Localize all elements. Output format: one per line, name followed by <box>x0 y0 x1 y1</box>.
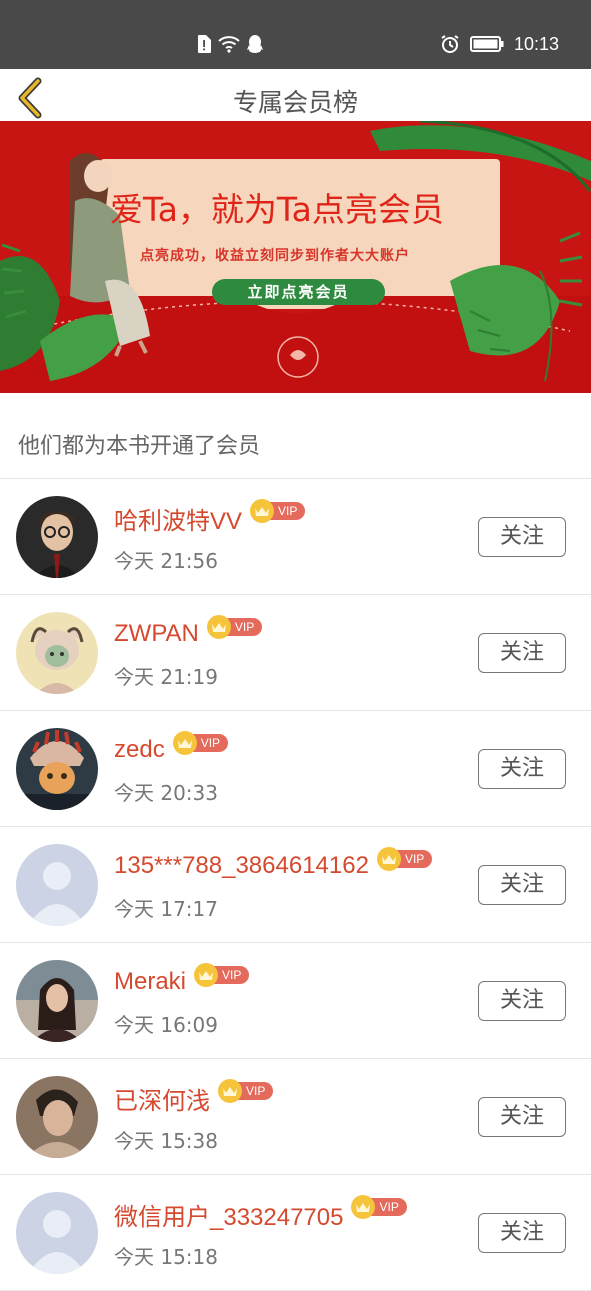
status-bar: 10:13 <box>0 0 591 69</box>
crown-icon <box>218 1079 242 1103</box>
alarm-icon <box>440 34 460 54</box>
status-icons-right: 10:13 <box>440 30 559 58</box>
member-name-line: 135***788_3864614162 VIP <box>114 847 433 883</box>
wifi-icon <box>218 35 240 53</box>
member-name[interactable]: 135***788_3864614162 <box>114 852 369 880</box>
vip-badge: VIP <box>172 731 229 755</box>
follow-button[interactable]: 关注 <box>478 865 566 905</box>
banner-subtitle: 点亮成功，收益立刻同步到作者大大账户 <box>140 248 410 264</box>
follow-button[interactable]: 关注 <box>478 1097 566 1137</box>
avatar[interactable] <box>16 1192 98 1274</box>
member-name-line: ZWPAN VIP <box>114 615 263 651</box>
member-name-line: 已深何浅 VIP <box>114 1079 274 1116</box>
default-avatar-icon <box>16 1192 98 1274</box>
member-name-line: zedc VIP <box>114 731 229 767</box>
member-time: 今天 17:17 <box>114 897 218 921</box>
member-time: 今天 21:56 <box>114 549 218 573</box>
member-name-line: 哈利波特VV VIP <box>114 499 306 536</box>
follow-button[interactable]: 关注 <box>478 517 566 557</box>
member-name[interactable]: 哈利波特VV <box>114 501 242 536</box>
member-row[interactable]: 微信用户_333247705 VIP 今天 15:18 关注 <box>0 1175 591 1291</box>
avatar[interactable] <box>16 1076 98 1158</box>
member-time: 今天 15:18 <box>114 1245 218 1269</box>
member-name[interactable]: zedc <box>114 736 165 764</box>
crown-icon <box>194 963 219 987</box>
member-name-line: 微信用户_333247705 VIP <box>114 1195 407 1232</box>
default-avatar-icon <box>16 844 98 926</box>
vip-badge: VIP <box>194 963 250 987</box>
status-icons-left <box>196 30 264 58</box>
sim-alert-icon <box>196 34 212 54</box>
avatar[interactable] <box>16 612 98 694</box>
follow-button[interactable]: 关注 <box>478 633 566 673</box>
avatar[interactable] <box>16 844 98 926</box>
vip-badge: VIP <box>206 615 263 639</box>
header: 专属会员榜 <box>0 69 591 121</box>
crown-icon <box>376 847 401 871</box>
membership-banner[interactable]: 爱Ta，就为Ta点亮会员 点亮成功，收益立刻同步到作者大大账户 立即点亮会员 <box>0 121 591 393</box>
section-heading: 他们都为本书开通了会员 <box>18 434 261 459</box>
vip-badge: VIP <box>250 499 306 523</box>
member-name[interactable]: 微信用户_333247705 <box>114 1197 343 1232</box>
status-time: 10:13 <box>513 33 559 54</box>
member-time: 今天 20:33 <box>114 781 218 805</box>
crown-icon <box>206 615 231 639</box>
qq-icon <box>246 34 264 54</box>
vip-badge: VIP <box>376 847 433 871</box>
banner-title: 爱Ta，就为Ta点亮会员 <box>110 190 444 229</box>
light-up-membership-button[interactable]: 立即点亮会员 <box>212 279 385 305</box>
member-time: 今天 15:38 <box>114 1129 218 1153</box>
avatar[interactable] <box>16 960 98 1042</box>
follow-button[interactable]: 关注 <box>478 1213 566 1253</box>
member-time: 今天 16:09 <box>114 1013 218 1037</box>
crown-icon <box>250 499 275 523</box>
member-name-line: Meraki VIP <box>114 963 250 999</box>
member-name[interactable]: 已深何浅 <box>114 1081 210 1116</box>
follow-button[interactable]: 关注 <box>478 749 566 789</box>
member-row[interactable]: 哈利波特VV VIP 今天 21:56 关注 <box>0 479 591 595</box>
avatar[interactable] <box>16 496 98 578</box>
page-title: 专属会员榜 <box>232 88 358 117</box>
member-row[interactable]: 已深何浅 VIP 今天 15:38 关注 <box>0 1059 591 1175</box>
member-row[interactable]: ZWPAN VIP 今天 21:19 关注 <box>0 595 591 711</box>
crown-icon <box>172 731 197 755</box>
vip-badge: VIP <box>218 1079 274 1103</box>
battery-icon <box>469 35 504 53</box>
member-name[interactable]: Meraki <box>114 968 186 996</box>
member-time: 今天 21:19 <box>114 665 218 689</box>
member-row[interactable]: zedc VIP 今天 20:33 关注 <box>0 711 591 827</box>
member-list: 哈利波特VV VIP 今天 21:56 关注 ZWPAN VIP 今天 21:1… <box>0 479 591 1291</box>
member-name[interactable]: ZWPAN <box>114 620 199 648</box>
vip-badge: VIP <box>351 1195 407 1219</box>
member-row[interactable]: Meraki VIP 今天 16:09 关注 <box>0 943 591 1059</box>
member-row[interactable]: 135***788_3864614162 VIP 今天 17:17 关注 <box>0 827 591 943</box>
follow-button[interactable]: 关注 <box>478 981 566 1021</box>
avatar[interactable] <box>16 728 98 810</box>
